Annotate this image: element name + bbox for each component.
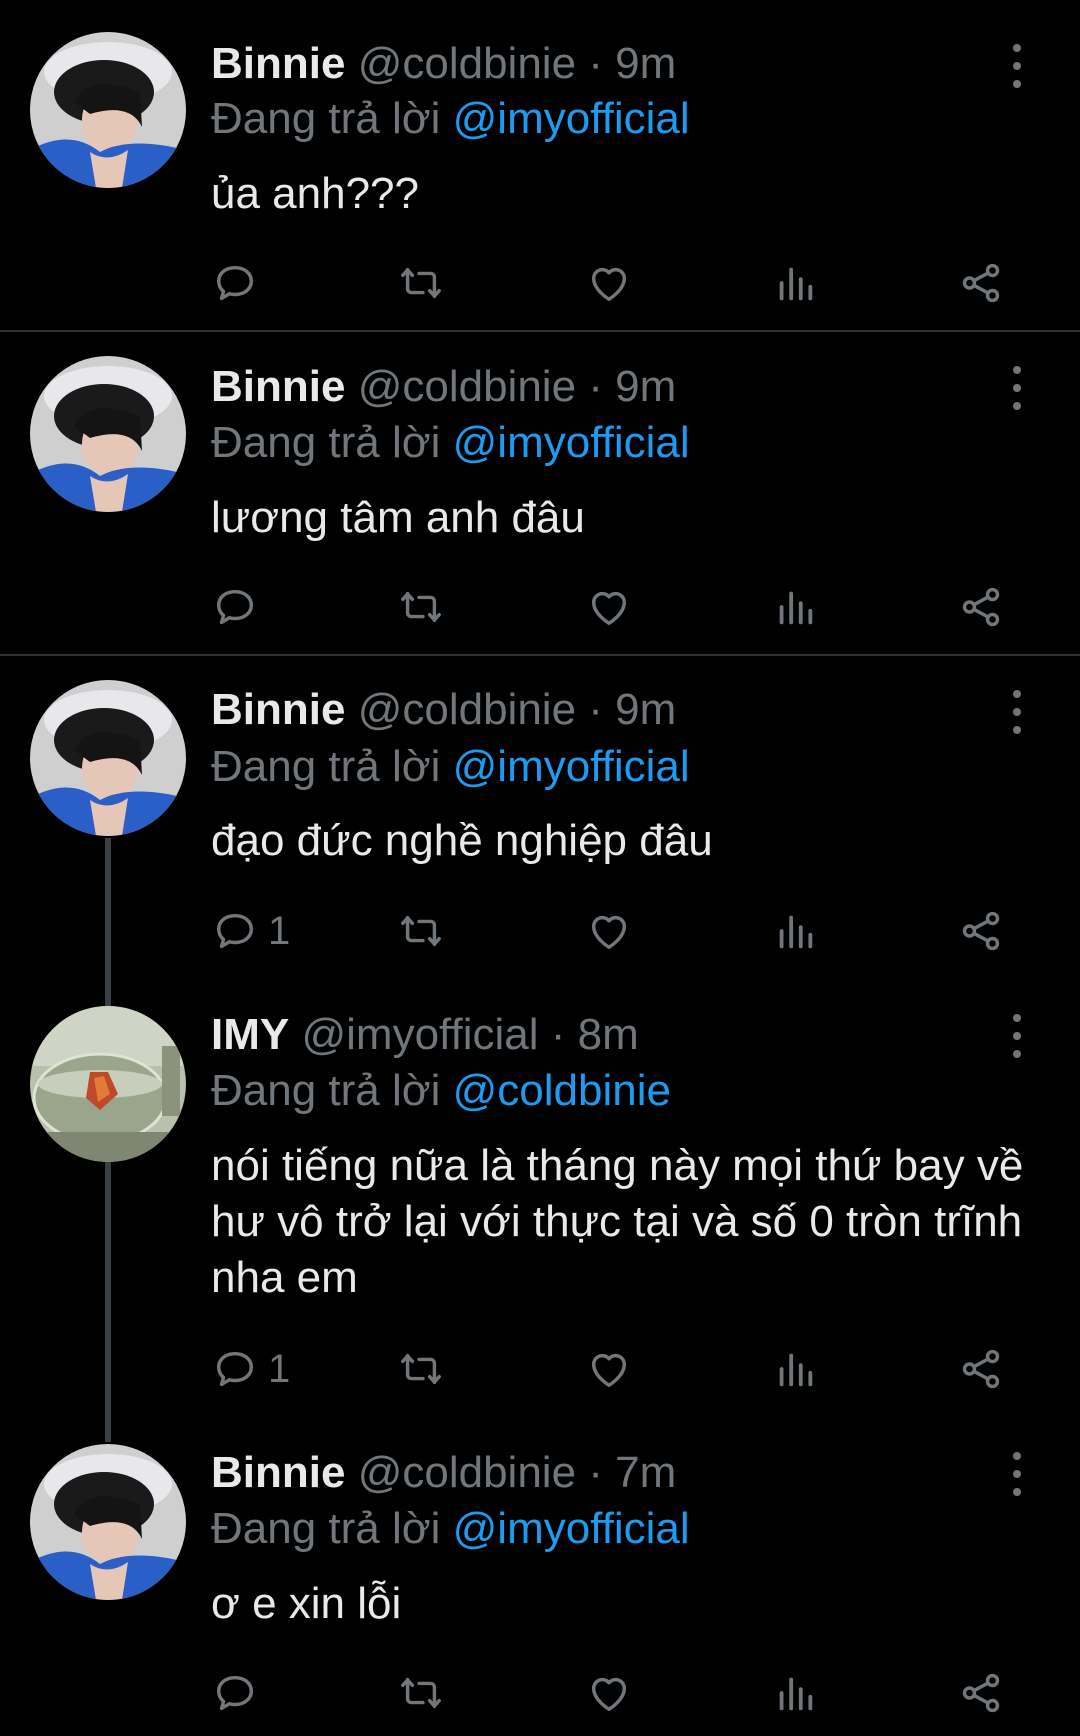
retweet-button[interactable] [398,1666,444,1720]
display-name[interactable]: Binnie [211,1448,345,1497]
tweet-actions [0,1666,1080,1720]
tweet-header: Binnie @coldbinie · 7m [211,1446,676,1500]
timestamp[interactable]: 7m [615,1448,676,1497]
tweet[interactable]: Binnie @coldbinie · 7m Đang trả lời @imy… [0,0,1080,1736]
reply-icon [216,1675,254,1711]
more-icon[interactable] [1003,1452,1031,1496]
reply-context: Đang trả lời @imyofficial [211,1502,690,1556]
share-icon [962,1673,1000,1713]
separator-dot: · [588,1448,603,1497]
share-button[interactable] [958,1666,1004,1720]
reply-mention-link[interactable]: @imyofficial [453,1504,690,1553]
avatar-binnie-image [30,1444,186,1600]
retweet-icon [401,1677,441,1709]
like-icon [591,1677,627,1712]
tweet-text: ơ e xin lỗi [211,1579,402,1628]
like-button[interactable] [586,1666,632,1720]
reply-prefix: Đang trả lời [211,1504,441,1553]
user-handle[interactable]: @coldbinie [358,1448,576,1497]
analytics-icon [779,1677,813,1711]
reply-button[interactable] [212,1666,268,1720]
tweet-feed: Binnie @coldbinie · 9m Đang trả lời @imy… [0,0,1080,1736]
avatar-binnie[interactable] [30,1444,186,1600]
analytics-button[interactable] [772,1666,818,1720]
